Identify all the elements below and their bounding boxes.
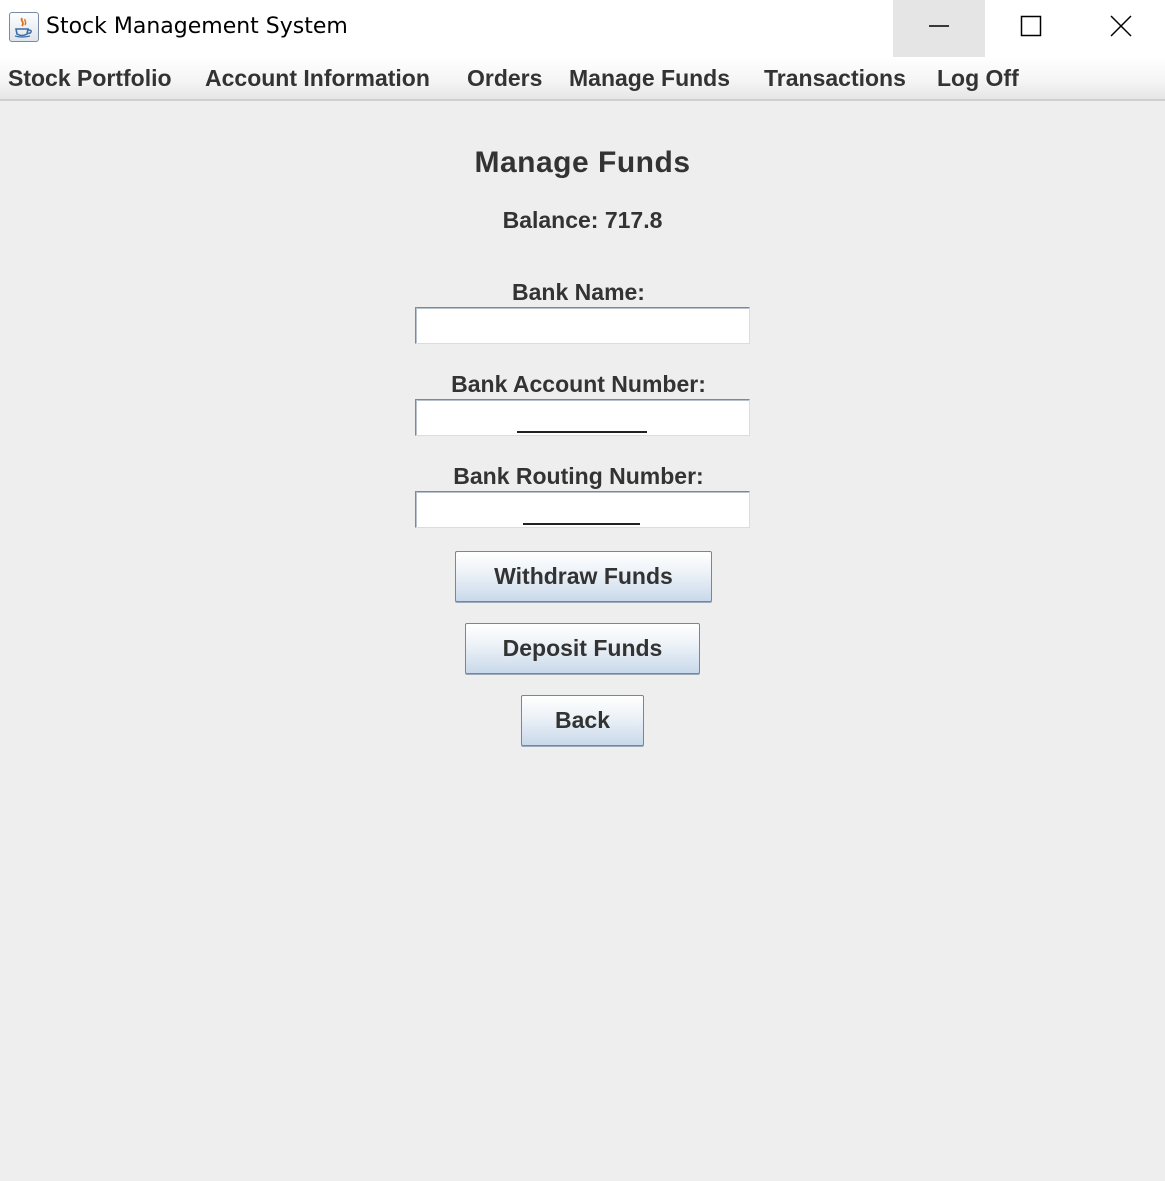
- menu-item-manage-funds[interactable]: Manage Funds: [569, 65, 730, 92]
- balance-label: Balance: 717.8: [502, 207, 663, 233]
- menu-item-orders[interactable]: Orders: [467, 65, 542, 92]
- window-title: Stock Management System: [46, 14, 348, 39]
- menu-item-account-information[interactable]: Account Information: [205, 65, 430, 92]
- bank-account-number-input[interactable]: [416, 400, 749, 435]
- bank-routing-number-field[interactable]: [415, 491, 750, 528]
- bank-routing-number-label: Bank Routing Number:: [453, 463, 704, 489]
- bank-routing-number-input[interactable]: [416, 492, 749, 527]
- page-title: Manage Funds: [474, 146, 691, 179]
- close-button[interactable]: [1077, 0, 1165, 57]
- menu-item-transactions[interactable]: Transactions: [764, 65, 906, 92]
- bank-name-label: Bank Name:: [512, 279, 645, 305]
- menu-item-log-off[interactable]: Log Off: [937, 65, 1019, 92]
- minimize-icon: [928, 15, 950, 42]
- withdraw-funds-button[interactable]: Withdraw Funds: [455, 551, 712, 602]
- deposit-funds-button[interactable]: Deposit Funds: [465, 623, 700, 674]
- account-number-underline: [517, 431, 647, 433]
- bank-account-number-label: Bank Account Number:: [451, 371, 706, 397]
- minimize-button[interactable]: [893, 0, 985, 57]
- java-coffee-icon: [9, 12, 39, 42]
- title-bar[interactable]: Stock Management System: [0, 0, 1165, 57]
- bank-account-number-field[interactable]: [415, 399, 750, 436]
- bank-name-field[interactable]: [415, 307, 750, 344]
- close-icon: [1110, 15, 1132, 42]
- app-window: Stock Management System Stock Portfolio …: [0, 0, 1165, 1181]
- maximize-button[interactable]: [985, 0, 1077, 57]
- bank-name-input[interactable]: [416, 308, 749, 343]
- menu-item-stock-portfolio[interactable]: Stock Portfolio: [8, 65, 172, 92]
- menu-bar: Stock Portfolio Account Information Orde…: [0, 57, 1165, 101]
- back-button[interactable]: Back: [521, 695, 644, 746]
- routing-number-underline: [523, 523, 640, 525]
- maximize-icon: [1020, 15, 1042, 42]
